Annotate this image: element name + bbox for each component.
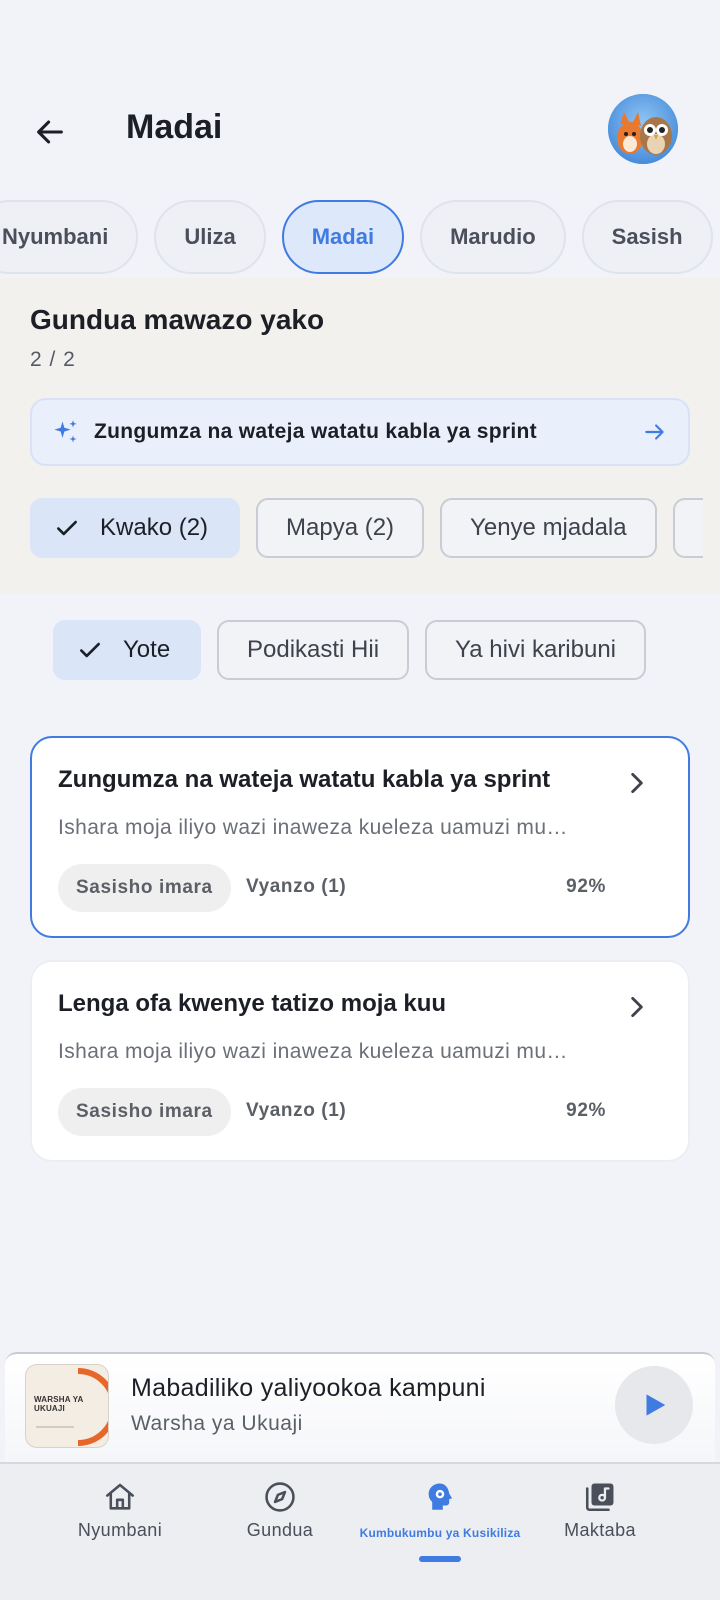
filter-label: Yote — [123, 636, 171, 663]
card-title: Zungumza na wateja watatu kabla ya sprin… — [58, 766, 551, 793]
tab-marudio[interactable]: Marudio — [420, 200, 566, 274]
sources-link[interactable]: Vyanzo (1) — [246, 876, 346, 898]
chevron-right-icon — [631, 772, 643, 794]
page-title: Madai — [126, 108, 223, 146]
section-title: Gundua mawazo yako — [30, 304, 325, 335]
nav-label: Kumbukumbu ya Kusikiliza — [359, 1526, 521, 1540]
episode-title: Mabadiliko yaliyookoa kampuni — [131, 1374, 486, 1402]
card-description: Ishara moja iliyo wazi inaweza kueleza u… — [58, 1040, 568, 1063]
sparkle-icon — [54, 420, 77, 443]
episode-cover: WARSHA YA UKUAJI — [25, 1364, 109, 1448]
status-badge: Sasisho imara — [58, 864, 231, 912]
compass-icon — [265, 1482, 295, 1512]
library-icon — [585, 1483, 614, 1512]
nav-label: Nyumbani — [77, 1520, 163, 1540]
play-button[interactable] — [615, 1366, 693, 1444]
bottom-navigation: Nyumbani Gundua Kumbukumbu ya Kusikiliza… — [0, 1462, 720, 1600]
filter-yenye-mjadala[interactable]: Yenye mjadala — [440, 498, 657, 558]
status-badge: Sasisho imara — [58, 1088, 231, 1136]
suggestion-banner[interactable]: Zungumza na wateja watatu kabla ya sprin… — [30, 398, 690, 466]
confidence-score: 92% — [566, 1100, 606, 1121]
nav-kumbukumbu[interactable]: Kumbukumbu ya Kusikiliza — [355, 1480, 525, 1540]
filter-podikasti-hii[interactable]: Podikasti Hii — [217, 620, 410, 680]
filter-yote[interactable]: Yote — [53, 620, 201, 680]
tab-madai[interactable]: Madai — [281, 200, 405, 274]
arrow-left-icon — [37, 120, 63, 144]
claim-card[interactable]: Lenga ofa kwenye tatizo moja kuu Ishara … — [30, 960, 690, 1162]
memory-icon — [428, 1483, 453, 1510]
check-icon — [57, 520, 77, 536]
filter-kwako[interactable]: Kwako (2) — [30, 498, 240, 558]
discover-filters: Kwako (2) Mapya (2) Yenye mjadala — [30, 498, 703, 558]
arrow-right-icon — [645, 424, 664, 440]
nav-gundua[interactable]: Gundua — [195, 1480, 365, 1541]
filter-ya-hivi-karibuni[interactable]: Ya hivi karibuni — [425, 620, 647, 680]
nav-label: Gundua — [246, 1520, 314, 1540]
claim-card[interactable]: Zungumza na wateja watatu kabla ya sprin… — [30, 736, 690, 938]
filter-label: Kwako (2) — [100, 514, 209, 541]
card-title: Lenga ofa kwenye tatizo moja kuu — [58, 990, 447, 1017]
nav-nyumbani[interactable]: Nyumbani — [35, 1480, 205, 1541]
chevron-right-icon — [631, 996, 643, 1018]
cover-text: WARSHA YA UKUAJI — [34, 1395, 84, 1413]
card-description: Ishara moja iliyo wazi inaweza kueleza u… — [58, 816, 568, 839]
confidence-score: 92% — [566, 876, 606, 897]
tab-nyumbani[interactable]: Nyumbani — [0, 200, 139, 274]
back-button[interactable] — [30, 112, 70, 152]
nav-maktaba[interactable]: Maktaba — [515, 1480, 685, 1541]
filter-more[interactable] — [672, 498, 703, 558]
nav-label: Maktaba — [564, 1520, 636, 1540]
avatar[interactable] — [608, 94, 678, 164]
tab-sasisho[interactable]: Sasish — [581, 200, 713, 274]
home-icon — [105, 1483, 135, 1510]
suggestion-text: Zungumza na wateja watatu kabla ya sprin… — [94, 420, 537, 443]
play-icon — [646, 1394, 666, 1416]
tab-uliza[interactable]: Uliza — [154, 200, 266, 274]
discover-section: Gundua mawazo yako 2 / 2 Zungumza na wat… — [0, 278, 720, 594]
sources-link[interactable]: Vyanzo (1) — [246, 1100, 346, 1122]
filter-mapya[interactable]: Mapya (2) — [256, 498, 425, 558]
avatar-illustration — [608, 94, 678, 164]
page-counter: 2 / 2 — [30, 348, 76, 371]
mini-player[interactable]: WARSHA YA UKUAJI Mabadiliko yaliyookoa k… — [5, 1352, 715, 1462]
check-icon — [80, 642, 100, 658]
podcast-name: Warsha ya Ukuaji — [131, 1412, 303, 1435]
active-indicator — [419, 1556, 461, 1562]
scope-filters: Yote Podikasti Hii Ya hivi karibuni — [53, 620, 647, 680]
top-tabs: Nyumbani Uliza Madai Marudio Sasish — [0, 198, 720, 278]
app-header: Madai — [0, 90, 720, 170]
